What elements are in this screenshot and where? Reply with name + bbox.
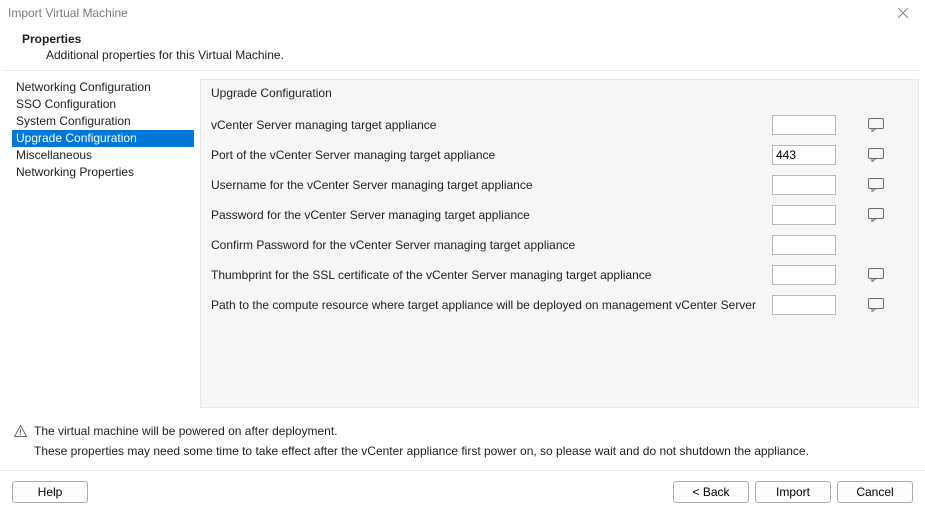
note-icon[interactable]: [868, 268, 884, 282]
annotation-slot: [844, 178, 908, 192]
annotation-slot: [844, 118, 908, 132]
compute-path-input[interactable]: [772, 295, 836, 315]
note-icon[interactable]: [868, 208, 884, 222]
sidebar-item-networking-configuration[interactable]: Networking Configuration: [12, 79, 194, 96]
annotation-slot: [844, 208, 908, 222]
sidebar-item-label: SSO Configuration: [16, 97, 116, 111]
help-button[interactable]: Help: [12, 481, 88, 503]
annotation-slot: [844, 268, 908, 282]
window-title: Import Virtual Machine: [8, 6, 889, 20]
row-password: Password for the vCenter Server managing…: [211, 200, 908, 230]
username-input[interactable]: [772, 175, 836, 195]
sidebar-item-miscellaneous[interactable]: Miscellaneous: [12, 147, 194, 164]
note-icon[interactable]: [868, 178, 884, 192]
annotation-slot: [844, 298, 908, 312]
field-label: Port of the vCenter Server managing targ…: [211, 148, 764, 162]
button-bar: Help < Back Import Cancel: [0, 470, 925, 513]
back-button[interactable]: < Back: [673, 481, 749, 503]
footer-info: The virtual machine will be powered on a…: [0, 416, 925, 460]
note-icon[interactable]: [868, 148, 884, 162]
close-icon: [898, 8, 908, 18]
body: Networking Configuration SSO Configurati…: [0, 71, 925, 416]
sidebar-item-sso-configuration[interactable]: SSO Configuration: [12, 96, 194, 113]
sidebar-item-system-configuration[interactable]: System Configuration: [12, 113, 194, 130]
confirm-password-input[interactable]: [772, 235, 836, 255]
sidebar-item-label: System Configuration: [16, 114, 131, 128]
cancel-button[interactable]: Cancel: [837, 481, 913, 503]
warning-icon: [14, 424, 28, 440]
sidebar-item-networking-properties[interactable]: Networking Properties: [12, 164, 194, 181]
row-compute-path: Path to the compute resource where targe…: [211, 290, 908, 320]
row-confirm-password: Confirm Password for the vCenter Server …: [211, 230, 908, 260]
sidebar-item-label: Networking Configuration: [16, 80, 151, 94]
row-username: Username for the vCenter Server managing…: [211, 170, 908, 200]
info-text-1: The virtual machine will be powered on a…: [34, 424, 338, 438]
field-label: Username for the vCenter Server managing…: [211, 178, 764, 192]
field-label: vCenter Server managing target appliance: [211, 118, 764, 132]
row-thumbprint: Thumbprint for the SSL certificate of th…: [211, 260, 908, 290]
page-title: Properties: [18, 32, 907, 46]
import-button[interactable]: Import: [755, 481, 831, 503]
field-label: Confirm Password for the vCenter Server …: [211, 238, 764, 252]
sidebar-item-label: Networking Properties: [16, 165, 134, 179]
sidebar: Networking Configuration SSO Configurati…: [12, 79, 194, 408]
note-icon[interactable]: [868, 118, 884, 132]
titlebar: Import Virtual Machine: [0, 0, 925, 26]
annotation-slot: [844, 148, 908, 162]
password-input[interactable]: [772, 205, 836, 225]
page-subtitle: Additional properties for this Virtual M…: [18, 46, 907, 62]
row-vcenter-server: vCenter Server managing target appliance: [211, 110, 908, 140]
info-text-2: These properties may need some time to t…: [14, 440, 911, 458]
field-label: Path to the compute resource where targe…: [211, 298, 764, 312]
field-label: Password for the vCenter Server managing…: [211, 208, 764, 222]
field-label: Thumbprint for the SSL certificate of th…: [211, 268, 764, 282]
sidebar-item-upgrade-configuration[interactable]: Upgrade Configuration: [12, 130, 194, 147]
sidebar-item-label: Upgrade Configuration: [16, 131, 137, 145]
vcenter-server-input[interactable]: [772, 115, 836, 135]
close-button[interactable]: [889, 0, 917, 26]
group-title: Upgrade Configuration: [211, 80, 908, 110]
sidebar-item-label: Miscellaneous: [16, 148, 92, 162]
content-panel: Upgrade Configuration vCenter Server man…: [200, 79, 919, 408]
thumbprint-input[interactable]: [772, 265, 836, 285]
row-port: Port of the vCenter Server managing targ…: [211, 140, 908, 170]
wizard-header: Properties Additional properties for thi…: [0, 26, 925, 70]
port-input[interactable]: [772, 145, 836, 165]
note-icon[interactable]: [868, 298, 884, 312]
